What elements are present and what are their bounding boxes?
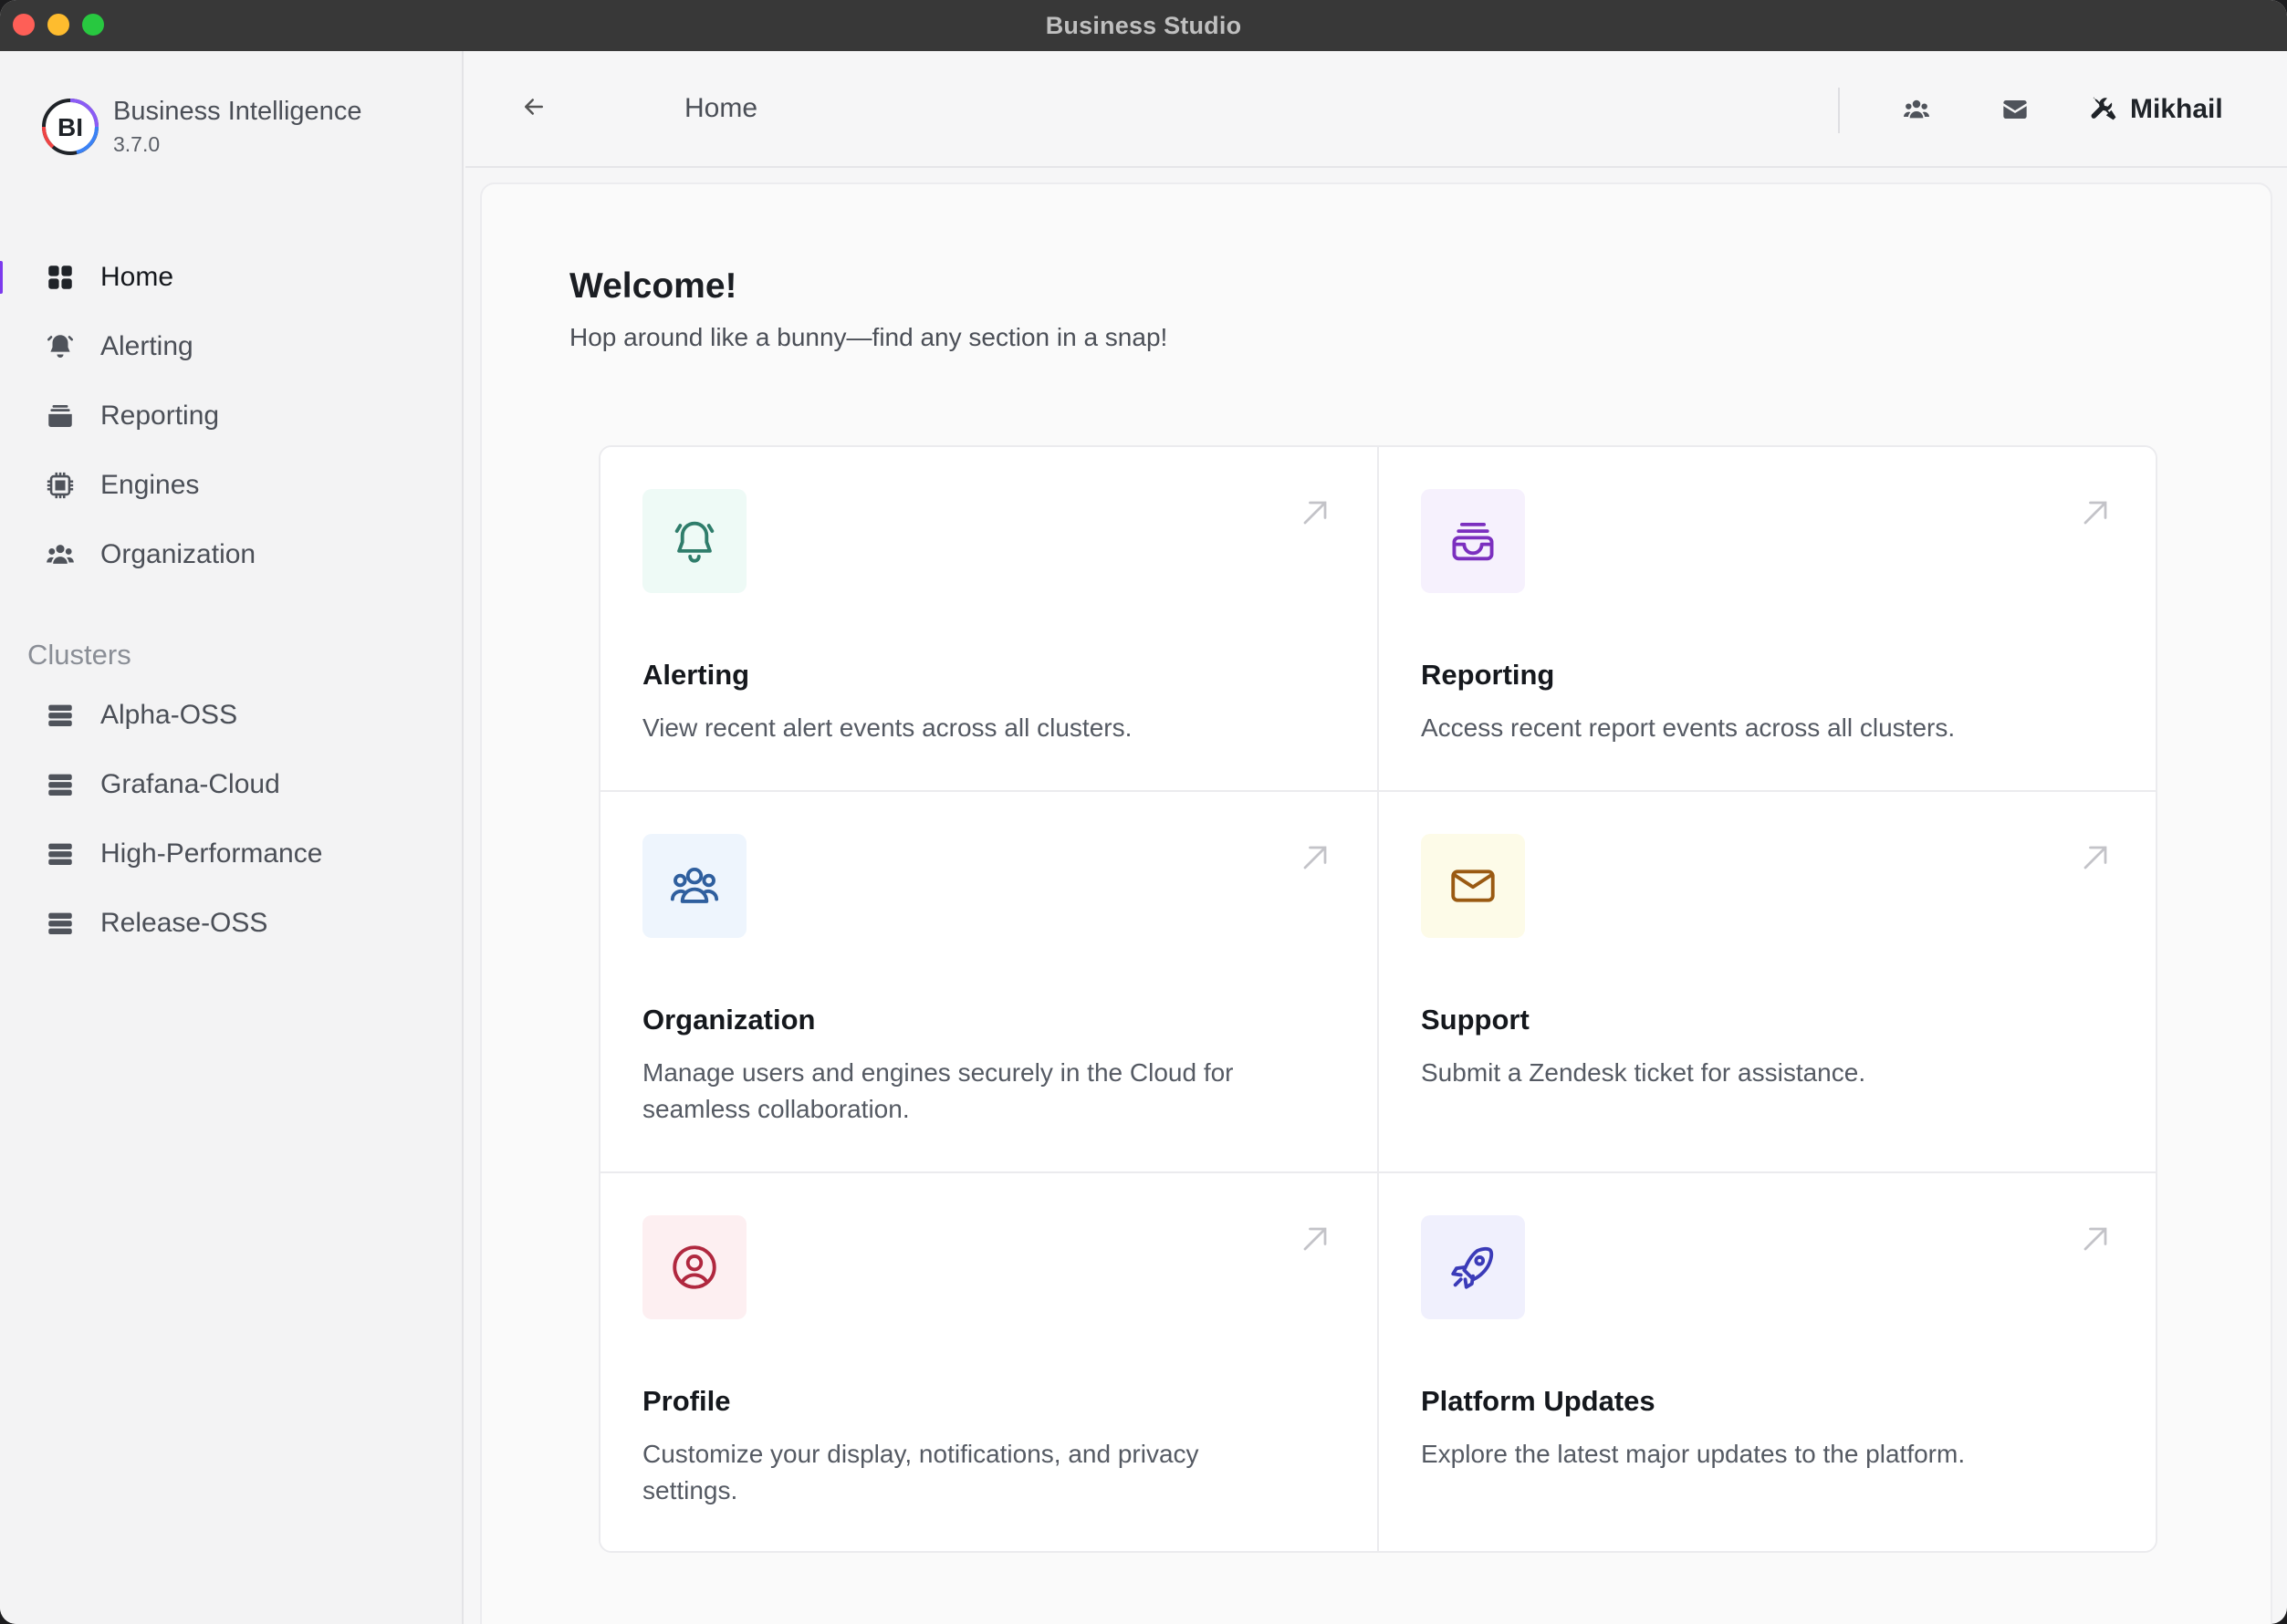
envelope-icon [1451, 869, 1495, 902]
bell-icon [674, 521, 715, 563]
clusters-list: Alpha-OSS Grafana-Cloud High-Performance… [0, 681, 462, 958]
cluster-label: Release-OSS [100, 908, 268, 938]
card-icon-box [1421, 489, 1525, 593]
arrow-up-right-icon [2075, 1219, 2115, 1259]
wrench-screwdriver-icon [2091, 97, 2116, 120]
page-title: Welcome! [569, 266, 737, 306]
card-description: Access recent report events across all c… [1421, 713, 1956, 742]
main-nav: Home Alerting Reporting Engines Organiza… [0, 243, 462, 589]
cpu-chip-icon [44, 469, 77, 502]
card-icon-box [1421, 1215, 1525, 1319]
breadcrumb: Home [684, 93, 758, 123]
brand[interactable]: BI Business Intelligence 3.7.0 [40, 97, 361, 157]
app-window: Business Studio BI Business Intelligence… [0, 0, 2287, 1624]
inbox-stack-icon [1452, 522, 1494, 561]
card-title: Platform Updates [1421, 1385, 1655, 1417]
card-description: Explore the latest major updates to the … [1421, 1440, 1966, 1468]
card-title: Alerting [642, 659, 750, 691]
arrow-up-right-icon [1295, 1219, 1335, 1259]
sidebar-item-label: Organization [100, 539, 256, 569]
bi-logo-icon: BI [40, 97, 100, 157]
card-title: Profile [642, 1385, 731, 1417]
card-title: Organization [642, 1004, 816, 1036]
organization-header-button[interactable] [1898, 91, 1935, 128]
card-reporting[interactable]: Reporting Access recent report events ac… [1379, 447, 2156, 792]
sidebar-item-high-performance[interactable]: High-Performance [0, 819, 462, 889]
bell-icon [44, 330, 77, 363]
card-icon-box [642, 489, 747, 593]
users-icon [1904, 99, 1929, 119]
arrow-up-right-icon [1295, 838, 1335, 878]
clusters-heading: Clusters [27, 639, 131, 671]
rocket-icon [1451, 1246, 1494, 1289]
sidebar: BI Business Intelligence 3.7.0 Home Aler… [0, 51, 464, 1624]
cluster-label: High-Performance [100, 838, 323, 869]
card-icon-box [642, 1215, 747, 1319]
back-arrow-icon [525, 99, 543, 115]
svg-text:BI: BI [57, 113, 83, 141]
users-icon [670, 867, 719, 903]
sidebar-item-home[interactable]: Home [0, 243, 462, 312]
main-content: Welcome! Hop around like a bunny—find an… [480, 182, 2272, 1624]
back-button[interactable] [520, 93, 553, 126]
arrow-up-right-icon [2075, 838, 2115, 878]
grid-icon [44, 261, 77, 294]
shortcut-grid: Alerting View recent alert events across… [599, 445, 2157, 1553]
title-bar: Business Studio [0, 0, 2287, 51]
sidebar-item-label: Engines [100, 470, 200, 500]
page-subtitle: Hop around like a bunny—find any section… [569, 323, 1168, 351]
close-window-button[interactable] [13, 14, 35, 36]
card-title: Reporting [1421, 659, 1555, 691]
card-description: Submit a Zendesk ticket for assistance. [1421, 1058, 1866, 1087]
envelope-icon [2003, 100, 2027, 119]
window-title: Business Studio [1045, 11, 1242, 39]
card-alerting[interactable]: Alerting View recent alert events across… [600, 447, 1379, 792]
brand-text: Business Intelligence 3.7.0 [113, 97, 361, 157]
brand-version: 3.7.0 [113, 132, 161, 156]
top-header: Home Mikhail [465, 51, 2287, 168]
arrow-up-right-icon [2075, 493, 2115, 533]
sidebar-item-alpha-oss[interactable]: Alpha-OSS [0, 681, 462, 750]
card-profile[interactable]: Profile Customize your display, notifica… [600, 1173, 1379, 1551]
inbox-stack-icon [44, 400, 77, 432]
sidebar-item-label: Home [100, 262, 174, 292]
users-icon [44, 538, 77, 571]
sidebar-item-reporting[interactable]: Reporting [0, 381, 462, 451]
card-title: Support [1421, 1004, 1530, 1036]
user-name: Mikhail [2130, 94, 2223, 124]
sidebar-item-grafana-cloud[interactable]: Grafana-Cloud [0, 750, 462, 819]
sidebar-item-organization[interactable]: Organization [0, 520, 462, 589]
card-organization[interactable]: Organization Manage users and engines se… [600, 792, 1379, 1173]
user-circle-icon [673, 1245, 716, 1289]
card-icon-box [642, 834, 747, 938]
card-description: View recent alert events across all clus… [642, 713, 1133, 742]
brand-name: Business Intelligence [113, 97, 362, 126]
server-stack-icon [44, 838, 77, 870]
maximize-window-button[interactable] [82, 14, 104, 36]
sidebar-item-label: Alerting [100, 331, 193, 361]
server-stack-icon [44, 699, 77, 732]
server-stack-icon [44, 907, 77, 940]
sidebar-item-engines[interactable]: Engines [0, 451, 462, 520]
server-stack-icon [44, 768, 77, 801]
sidebar-item-alerting[interactable]: Alerting [0, 312, 462, 381]
card-description: Customize your display, notifications, a… [642, 1440, 1199, 1504]
card-support[interactable]: Support Submit a Zendesk ticket for assi… [1379, 792, 2156, 1173]
card-description: Manage users and engines securely in the… [642, 1058, 1234, 1123]
card-platform-updates[interactable]: Platform Updates Explore the latest majo… [1379, 1173, 2156, 1551]
support-header-button[interactable] [1997, 91, 2033, 128]
window-controls [13, 14, 104, 36]
header-divider [1838, 88, 1840, 133]
arrow-up-right-icon [1295, 493, 1335, 533]
card-icon-box [1421, 834, 1525, 938]
user-menu[interactable]: Mikhail [2088, 88, 2223, 131]
minimize-window-button[interactable] [47, 14, 69, 36]
cluster-label: Grafana-Cloud [100, 769, 280, 799]
sidebar-item-release-oss[interactable]: Release-OSS [0, 889, 462, 958]
sidebar-item-label: Reporting [100, 401, 220, 431]
cluster-label: Alpha-OSS [100, 700, 238, 730]
